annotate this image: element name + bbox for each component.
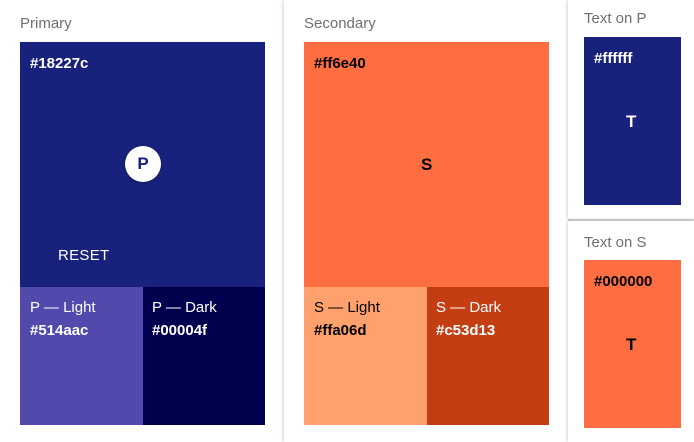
- primary-panel: Primary #18227c P RESET P — Light #514aa…: [0, 0, 284, 442]
- primary-dark-swatch[interactable]: P — Dark #00004f: [143, 287, 265, 425]
- primary-light-label: P — Light: [30, 299, 96, 316]
- text-on-secondary-letter: T: [626, 335, 637, 354]
- text-on-primary-panel: Text on P #ffffff T: [568, 0, 694, 219]
- text-on-secondary-title: Text on S: [584, 234, 647, 251]
- primary-title: Primary: [20, 15, 72, 32]
- primary-fab-button[interactable]: P: [125, 146, 161, 182]
- primary-light-hex: #514aac: [30, 322, 89, 339]
- secondary-dark-label: S — Dark: [436, 299, 502, 316]
- secondary-panel: Secondary #ff6e40 S S — Light #ffa06d S …: [284, 0, 568, 442]
- primary-main-hex: #18227c: [30, 55, 89, 72]
- primary-dark-label: P — Dark: [152, 299, 217, 316]
- text-on-primary-hex: #ffffff: [594, 50, 633, 67]
- primary-light-swatch[interactable]: P — Light #514aac: [20, 287, 143, 425]
- reset-button[interactable]: RESET: [58, 247, 110, 264]
- secondary-letter: S: [421, 155, 433, 174]
- secondary-light-label: S — Light: [314, 299, 380, 316]
- text-on-primary-title: Text on P: [584, 10, 647, 27]
- secondary-main-hex: #ff6e40: [314, 55, 366, 72]
- text-on-secondary-swatch[interactable]: #000000 T: [584, 260, 681, 428]
- text-on-secondary-hex: #000000: [594, 273, 653, 290]
- secondary-dark-swatch[interactable]: S — Dark #c53d13: [427, 287, 549, 425]
- secondary-dark-hex: #c53d13: [436, 322, 496, 339]
- primary-dark-hex: #00004f: [152, 322, 208, 339]
- secondary-title: Secondary: [304, 15, 376, 32]
- primary-main-swatch[interactable]: #18227c P RESET: [20, 42, 265, 287]
- text-on-primary-letter: T: [626, 112, 637, 131]
- secondary-light-swatch[interactable]: S — Light #ffa06d: [304, 287, 427, 425]
- secondary-main-swatch[interactable]: #ff6e40 S: [304, 42, 549, 287]
- text-on-primary-swatch[interactable]: #ffffff T: [584, 37, 681, 205]
- text-on-secondary-panel: Text on S #000000 T: [568, 221, 694, 442]
- secondary-light-hex: #ffa06d: [314, 322, 367, 339]
